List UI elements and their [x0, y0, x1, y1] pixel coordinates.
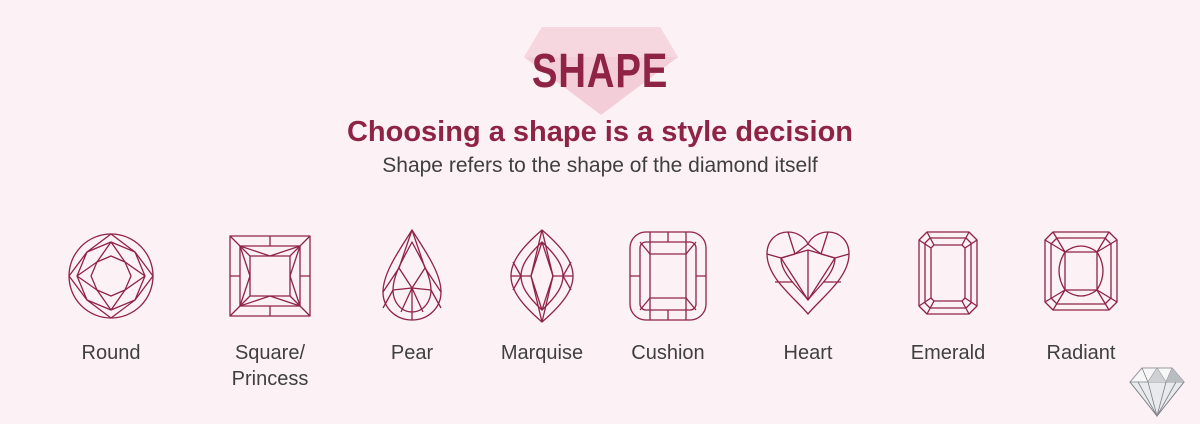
subline: Shape refers to the shape of the diamond… — [382, 154, 818, 177]
shape-label: Round — [81, 342, 141, 364]
shape-label: Heart — [783, 342, 833, 364]
princess-diamond-icon — [229, 235, 311, 317]
shape-label: Cushion — [631, 342, 705, 364]
shape-item-heart[interactable]: Heart — [738, 228, 878, 364]
round-diamond-icon — [68, 233, 154, 319]
headline: Choosing a shape is a style decision — [346, 116, 854, 148]
brilliant-diamond-icon — [1128, 367, 1186, 418]
emerald-diamond-icon — [918, 231, 978, 315]
radiant-diamond-icon — [1044, 231, 1118, 311]
shape-label: Pear — [390, 342, 434, 364]
pear-diamond-icon — [382, 229, 442, 321]
shape-label: Radiant — [1046, 342, 1116, 364]
shape-label: Marquise — [500, 342, 584, 364]
heart-diamond-icon — [766, 231, 850, 315]
shape-item-cushion[interactable]: Cushion — [598, 228, 738, 364]
shape-item-emerald[interactable]: Emerald — [878, 228, 1018, 364]
shape-item-pear[interactable]: Pear — [342, 228, 482, 364]
marquise-diamond-icon — [510, 229, 574, 323]
shape-label: Square/ Princess — [231, 342, 309, 390]
shape-item-marquise[interactable]: Marquise — [472, 228, 612, 364]
page-title: SHAPE — [531, 45, 669, 98]
shape-item-round[interactable]: Round — [41, 228, 181, 364]
shape-item-princess[interactable]: Square/ Princess — [200, 228, 340, 390]
cushion-diamond-icon — [629, 231, 707, 321]
shape-label: Emerald — [910, 342, 986, 364]
shape-item-radiant[interactable]: Radiant — [1011, 228, 1151, 364]
